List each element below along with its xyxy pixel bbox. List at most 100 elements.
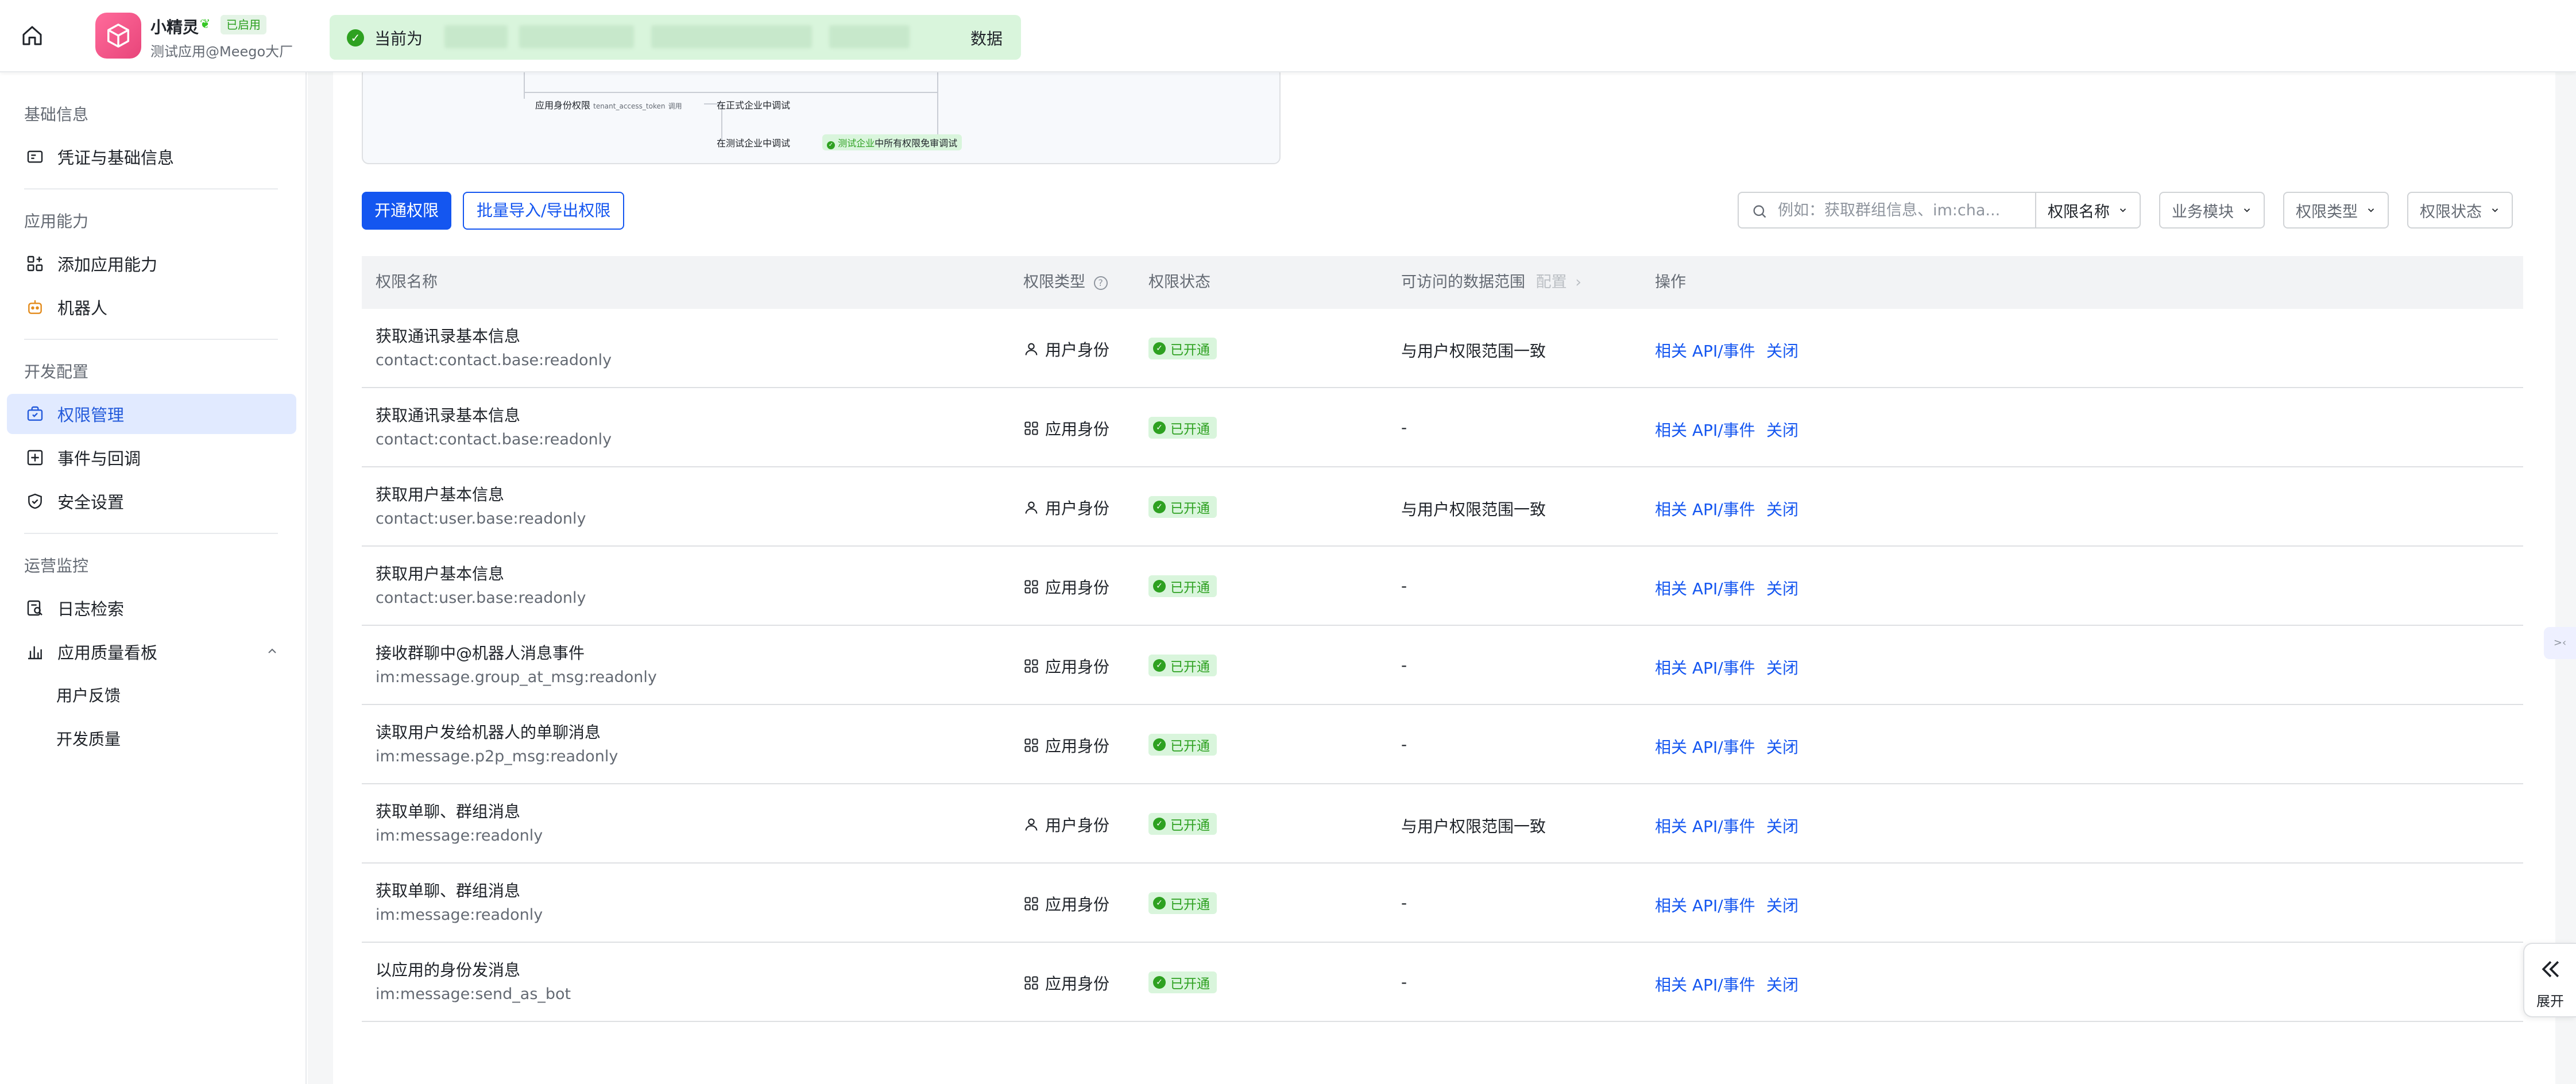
help-icon[interactable]: ? [1093,276,1108,290]
sidebar-item-label: 添加应用能力 [57,255,158,274]
sidebar-item-label: 安全设置 [57,493,125,512]
close-permission-link[interactable]: 关闭 [1766,973,1798,996]
section-title-basic: 基础信息 [24,105,89,124]
permission-type: 应用身份 [1023,892,1109,915]
sidebar-subitem-dev-quality[interactable]: 开发质量 [56,727,121,750]
permission-code: contact:contact.base:readonly [376,351,612,369]
batch-import-export-button[interactable]: 批量导入/导出权限 [463,192,625,230]
sidebar: 基础信息 凭证与基础信息 应用能力 添加应用能力 机器人 开发配置 权限管理 事… [0,72,307,1084]
filter-permission-status[interactable]: 权限状态 [2407,192,2513,229]
log-search-icon [25,598,45,618]
close-permission-link[interactable]: 关闭 [1766,576,1798,599]
data-range: - [1401,576,1407,595]
app-subtitle: 测试应用@Meego大厂 [150,44,293,60]
permission-name: 获取单聊、群组消息 [376,881,521,900]
related-api-link[interactable]: 相关 API/事件 [1655,656,1755,679]
permission-code: im:message.p2p_msg:readonly [376,748,618,765]
sidebar-item-label: 事件与回调 [57,449,141,469]
filter-permission-status-label: 权限状态 [2420,203,2482,221]
search-input[interactable] [1778,199,2025,222]
permission-code: contact:user.base:readonly [376,589,586,607]
permission-code: im:message:send_as_bot [376,985,571,1003]
permission-type: 应用身份 [1023,734,1109,757]
app-name: 小精灵 [150,18,199,37]
related-api-link[interactable]: 相关 API/事件 [1655,893,1755,916]
permission-code: contact:contact.base:readonly [376,431,612,448]
side-assistant-tab[interactable]: >‹ [2544,627,2576,659]
sidebar-item-credentials[interactable]: 凭证与基础信息 [7,137,296,177]
related-api-link[interactable]: 相关 API/事件 [1655,576,1755,599]
sidebar-item-quality-board[interactable]: 应用质量看板 [7,632,296,672]
table-row: 接收群聊中@机器人消息事件 im:message.group_at_msg:rea… [362,626,2523,705]
sidebar-subitem-user-feedback[interactable]: 用户反馈 [56,683,121,706]
status-badge: ✓ 已开通 [1148,575,1217,597]
enable-permission-button[interactable]: 开通权限 [362,192,452,230]
notice-banner: ✓ 当前为 数据 [330,15,1021,60]
expand-label: 展开 [2536,993,2564,1009]
related-api-link[interactable]: 相关 API/事件 [1655,814,1755,837]
filter-business-module[interactable]: 业务模块 [2159,192,2265,229]
permission-code: contact:user.base:readonly [376,510,586,528]
user-icon [1023,341,1045,357]
related-api-link[interactable]: 相关 API/事件 [1655,418,1755,441]
app-icon [1023,579,1045,595]
expand-panel-button[interactable]: 展开 [2523,943,2576,1017]
chevron-up-icon[interactable] [265,644,279,658]
notice-text-prefix: 当前为 [374,29,423,48]
sidebar-item-label: 权限管理 [57,405,125,425]
close-permission-link[interactable]: 关闭 [1766,418,1798,441]
column-header-status: 权限状态 [1148,273,1210,291]
data-range: - [1401,656,1407,675]
permission-name: 接收群聊中@机器人消息事件 [376,644,585,663]
diagram-line [524,68,525,99]
close-permission-link[interactable]: 关闭 [1766,656,1798,679]
redacted-text [519,25,634,48]
sidebar-item-label: 应用质量看板 [57,643,158,663]
related-api-link[interactable]: 相关 API/事件 [1655,735,1755,758]
close-permission-link[interactable]: 关闭 [1766,893,1798,916]
data-range: - [1401,973,1407,992]
sidebar-item-permissions[interactable]: 权限管理 [7,394,296,434]
related-api-link[interactable]: 相关 API/事件 [1655,339,1755,362]
sidebar-item-add-capability[interactable]: 添加应用能力 [7,243,296,284]
data-range: - [1401,893,1407,912]
close-permission-link[interactable]: 关闭 [1766,497,1798,520]
sidebar-item-events[interactable]: 事件与回调 [7,438,296,478]
sidebar-item-robot[interactable]: 机器人 [7,287,296,327]
status-badge: ✓ 已开通 [1148,892,1217,914]
permission-type: 应用身份 [1023,417,1109,440]
sidebar-item-security[interactable]: 安全设置 [7,481,296,521]
cube-icon [107,24,129,48]
shield-icon [25,491,45,511]
permission-name: 以应用的身份发消息 [376,961,521,980]
close-permission-link[interactable]: 关闭 [1766,735,1798,758]
permission-flow-diagram: 应用身份权限 tenant_access_token 调用 在正式企业中调试 在… [362,67,1281,164]
search-field-select[interactable]: 权限名称 [2036,192,2141,229]
related-api-link[interactable]: 相关 API/事件 [1655,497,1755,520]
diagram-node-test: 在测试企业中调试 [717,138,791,149]
section-title-monitoring: 运营监控 [24,556,89,575]
column-header-actions: 操作 [1655,273,1686,291]
close-permission-link[interactable]: 关闭 [1766,339,1798,362]
sidebar-item-log-search[interactable]: 日志检索 [7,588,296,628]
column-header-name: 权限名称 [376,273,438,291]
filter-permission-type[interactable]: 权限类型 [2283,192,2389,229]
success-check-icon: ✓ [347,29,364,47]
divider [24,339,278,340]
range-config-link[interactable]: 配置 [1536,273,1567,291]
table-header: 权限名称 权限类型 ? 权限状态 可访问的数据范围 配置 › 操作 [362,256,2523,309]
check-circle-icon: ✓ [1153,897,1166,909]
sidebar-item-label: 凭证与基础信息 [57,148,175,168]
data-range: 与用户权限范围一致 [1401,342,1546,361]
check-circle-icon: ✓ [1153,421,1166,434]
permission-table: 权限名称 权限类型 ? 权限状态 可访问的数据范围 配置 › 操作 获取通讯录基… [362,256,2523,1022]
permission-code: im:message.group_at_msg:readonly [376,668,657,686]
permission-name: 获取单聊、群组消息 [376,802,521,821]
close-permission-link[interactable]: 关闭 [1766,814,1798,837]
home-icon[interactable] [21,24,44,47]
app-icon [1023,420,1045,436]
sidebar-item-label: 机器人 [57,299,108,318]
table-row: 获取用户基本信息 contact:user.base:readonly 用户身份 ✓ 已… [362,467,2523,547]
related-api-link[interactable]: 相关 API/事件 [1655,973,1755,996]
success-check-icon: ✓ [827,141,835,149]
